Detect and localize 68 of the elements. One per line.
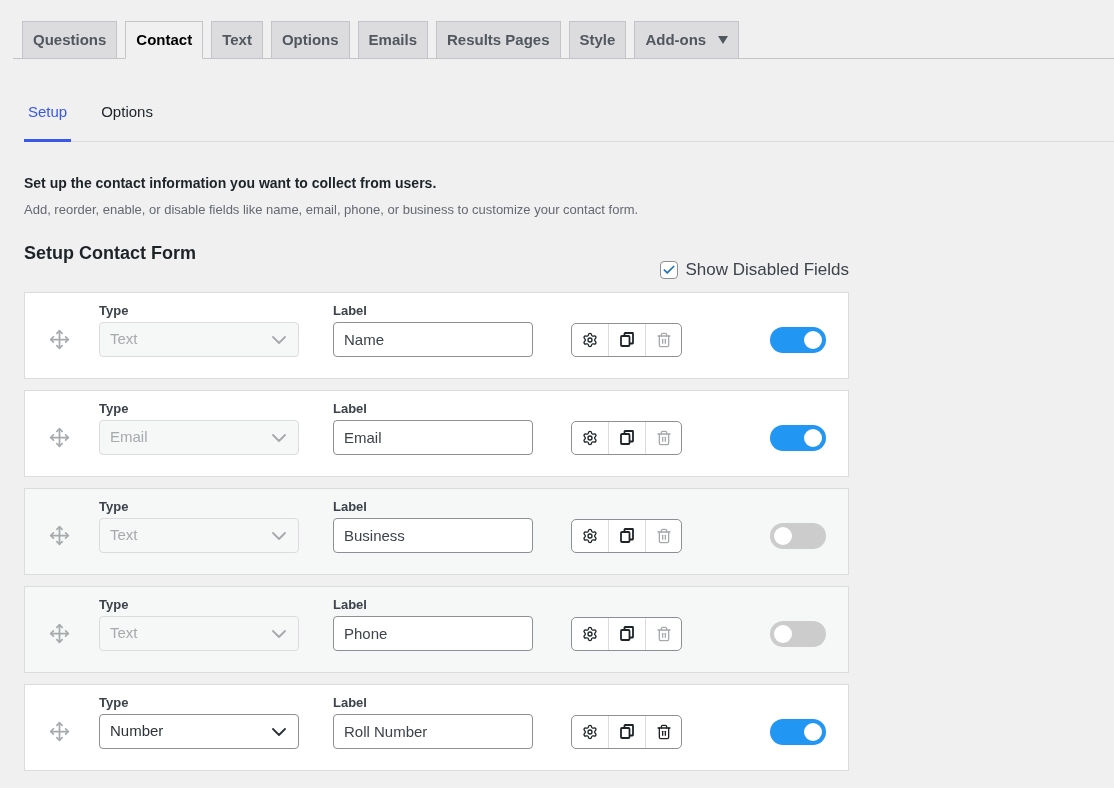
tab[interactable]: Emails [357, 21, 428, 59]
drag-handle-icon[interactable] [49, 525, 70, 546]
intro-description: Add, reorder, enable, or disable fields like name, email, phone, or business to customize your contact form. [24, 201, 640, 219]
label-heading: Label [333, 303, 368, 319]
chevron-down-icon [272, 727, 286, 736]
sub-tab[interactable]: Options [97, 85, 157, 142]
label-input[interactable]: Phone [333, 616, 533, 651]
type-select[interactable]: Number [99, 714, 299, 749]
label-heading: Label [333, 499, 368, 515]
settings-icon [582, 429, 598, 446]
copy-icon [620, 332, 634, 347]
type-heading: Type [99, 597, 130, 613]
tab[interactable]: Contact [125, 21, 204, 59]
toggle-switch[interactable] [770, 718, 826, 745]
tab[interactable]: Add-ons [634, 21, 740, 59]
copy-icon [620, 724, 634, 739]
chevron-down-icon [272, 629, 286, 638]
settings-icon [582, 625, 598, 642]
caret-down-icon [718, 36, 729, 44]
toggle-switch[interactable] [770, 522, 826, 549]
trash-icon [655, 723, 672, 740]
copy-icon [620, 528, 634, 543]
copy-icon [620, 430, 634, 445]
toggle-knob-icon [804, 428, 822, 447]
toggle-switch[interactable] [770, 424, 826, 451]
trash-icon [655, 331, 672, 348]
settings-icon [582, 723, 598, 740]
section-title: Setup Contact Form [24, 242, 196, 265]
tab[interactable]: Options [270, 21, 350, 59]
tab[interactable]: Style [568, 21, 627, 59]
chevron-down-icon [272, 433, 286, 442]
toggle-knob-icon [804, 722, 822, 741]
toggle-switch[interactable] [770, 620, 826, 647]
type-heading: Type [99, 499, 130, 515]
chevron-down-icon [272, 531, 286, 540]
trash-icon [655, 429, 672, 446]
type-heading: Type [99, 303, 130, 319]
label-heading: Label [333, 597, 368, 613]
drag-handle-icon[interactable] [49, 427, 70, 448]
trash-icon [655, 527, 672, 544]
checkbox[interactable] [659, 261, 678, 279]
sub-tab[interactable]: Setup [24, 85, 72, 142]
tab[interactable]: Results Pages [436, 21, 561, 59]
label-input[interactable]: Name [333, 322, 533, 357]
toggle-knob-icon [774, 526, 792, 545]
tab[interactable]: Text [211, 21, 263, 59]
trash-icon [655, 625, 672, 642]
type-heading: Type [99, 695, 130, 711]
intro-title: Set up the contact information you want to collect from users. [24, 174, 438, 193]
toggle-knob-icon [804, 330, 822, 349]
label-input[interactable]: Business [333, 518, 533, 553]
settings-icon [582, 331, 598, 348]
label-input[interactable]: Email [333, 420, 533, 455]
label-heading: Label [333, 695, 368, 711]
drag-handle-icon[interactable] [49, 329, 70, 350]
toggle-knob-icon [774, 624, 792, 643]
toggle-switch[interactable] [770, 326, 826, 353]
copy-icon [620, 626, 634, 641]
tab[interactable]: Questions [22, 21, 118, 59]
chevron-down-icon [272, 335, 286, 344]
drag-handle-icon[interactable] [49, 721, 70, 742]
settings-icon [582, 527, 598, 544]
type-heading: Type [99, 401, 130, 417]
drag-handle-icon[interactable] [49, 623, 70, 644]
label-heading: Label [333, 401, 368, 417]
check-icon [661, 263, 676, 277]
checkbox-label: Show Disabled Fields [685, 259, 849, 281]
label-input[interactable]: Roll Number [333, 714, 533, 749]
